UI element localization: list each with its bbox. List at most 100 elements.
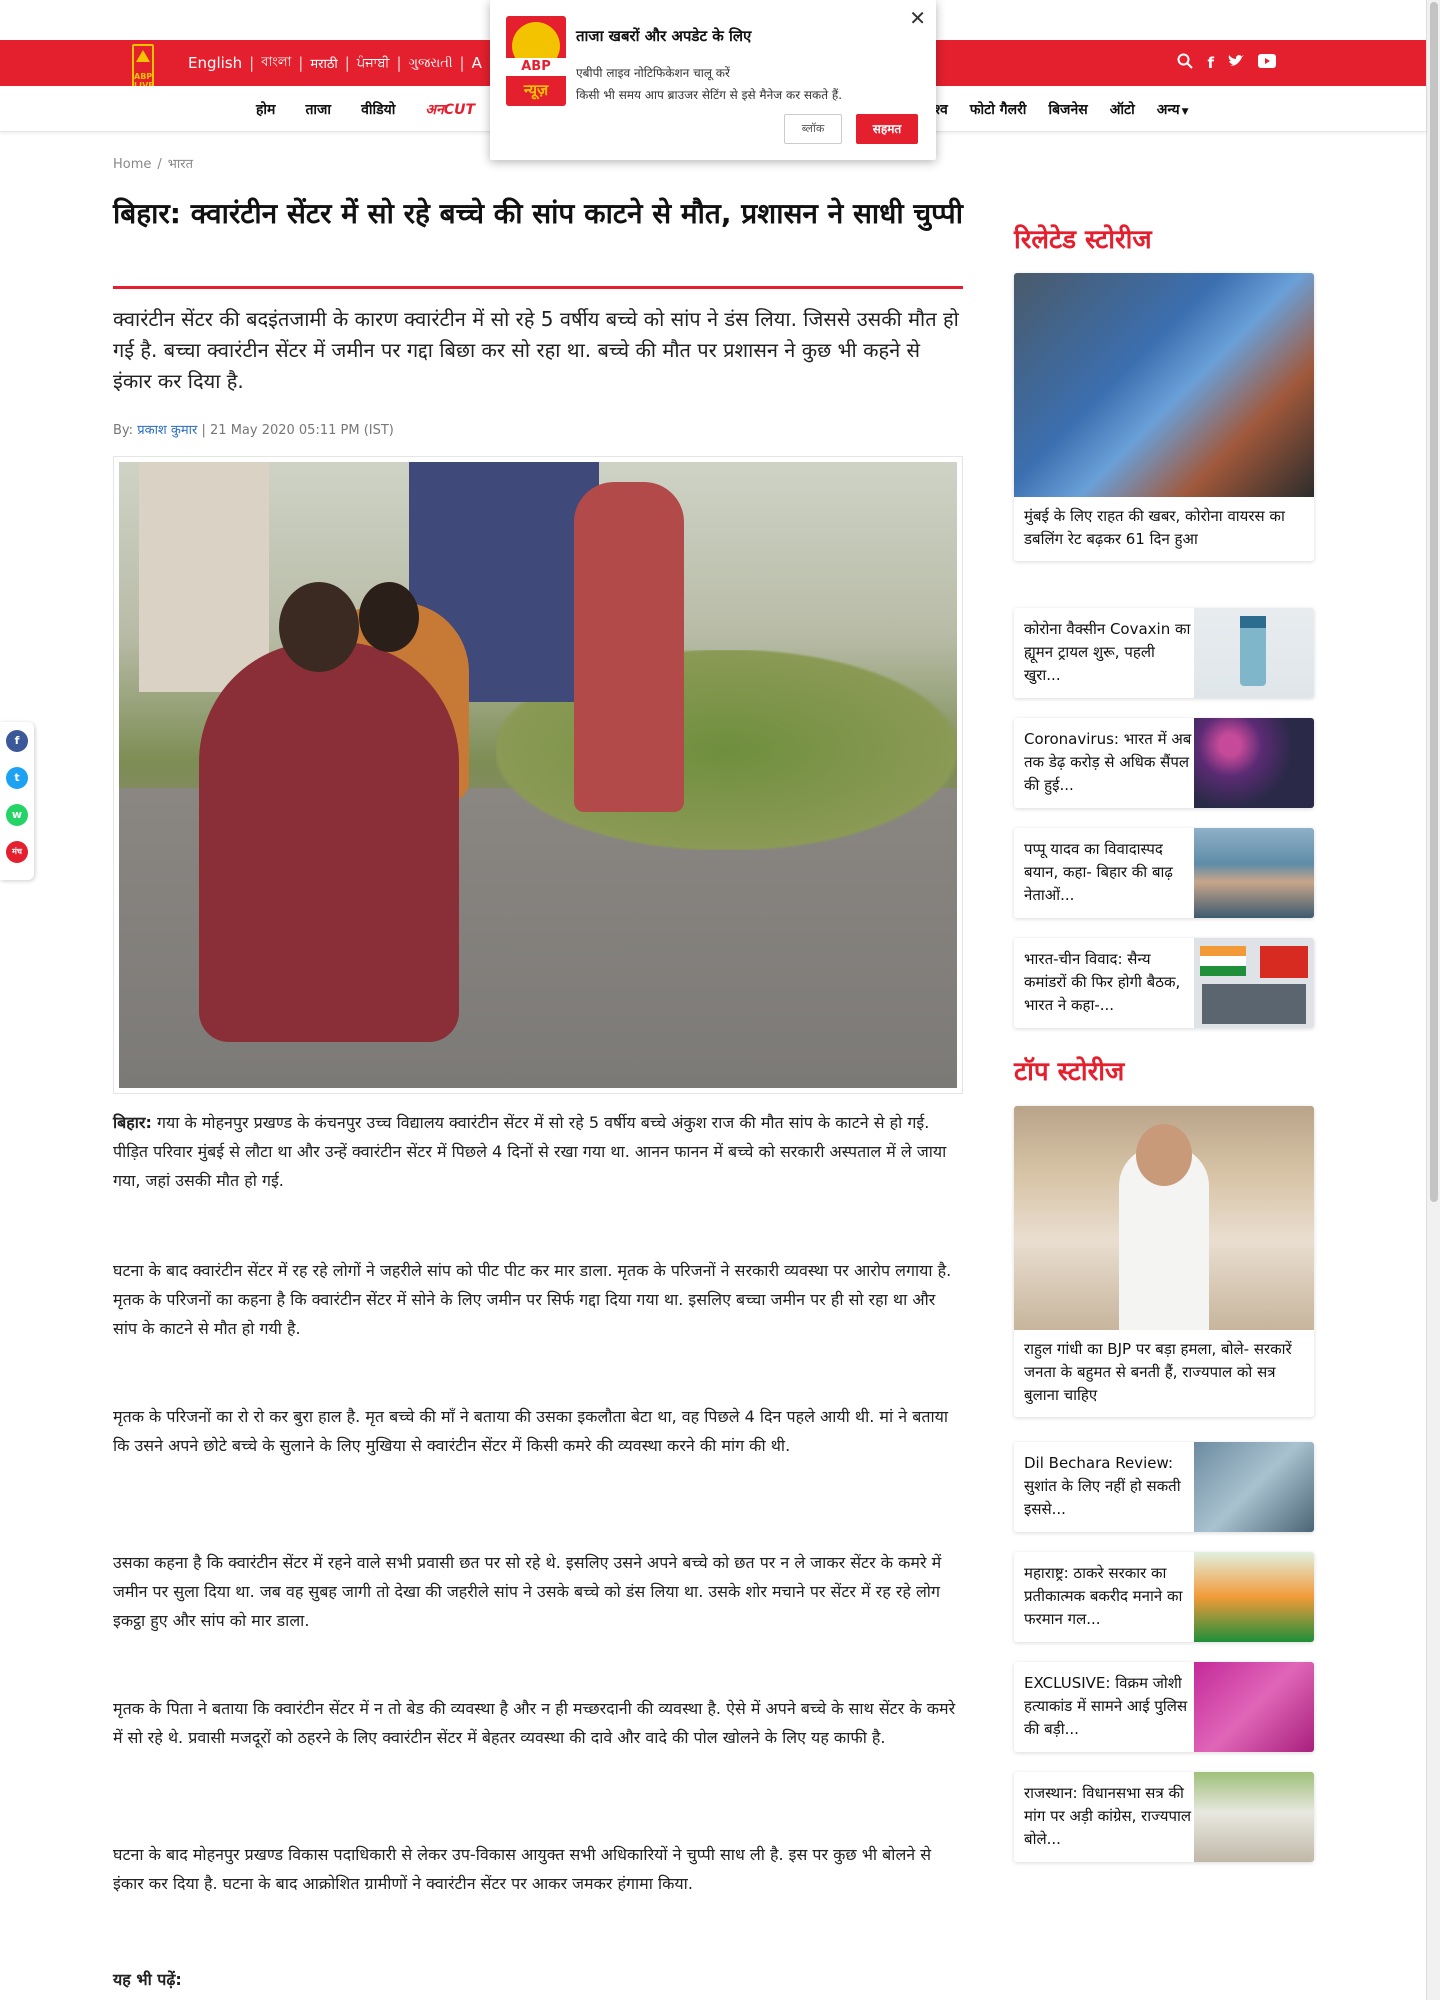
related-story-thumbnail xyxy=(1194,608,1314,698)
byline: By: प्रकाश कुमार | 21 May 2020 05:11 PM … xyxy=(113,420,394,438)
agree-button[interactable]: सहमत xyxy=(856,114,918,144)
top-story-thumbnail xyxy=(1194,1772,1314,1862)
top-story-thumbnail xyxy=(1194,1442,1314,1532)
top-story-featured[interactable]: राहुल गांधी का BJP पर बड़ा हमला, बोले- स… xyxy=(1014,1106,1314,1417)
top-story-title: महाराष्ट्र: ठाकरे सरकार का प्रतीकात्मक ब… xyxy=(1024,1564,1183,1628)
logo-news-text: न्यूज़ xyxy=(523,81,549,99)
top-story-title: Dil Bechara Review: सुशांत के लिए नहीं ह… xyxy=(1024,1454,1181,1518)
manch-share-icon[interactable]: मंच xyxy=(6,841,28,863)
related-story-item[interactable]: पप्पू यादव का विवादास्पद बयान, कहा- बिहा… xyxy=(1014,828,1314,918)
related-story-featured[interactable]: मुंबई के लिए राहत की खबर, कोरोना वायरस क… xyxy=(1014,273,1314,561)
nav-auto[interactable]: ऑटो xyxy=(1110,100,1135,119)
whatsapp-share-icon[interactable]: w xyxy=(6,804,28,826)
nav-more[interactable]: अन्य ▼ xyxy=(1157,100,1189,119)
breadcrumb-separator: / xyxy=(157,157,162,172)
author-link[interactable]: प्रकाश कुमार xyxy=(137,423,197,438)
language-links: English | বাংলা | मराठी | ਪੰਜਾਬੀ | ગુજરા… xyxy=(188,40,482,86)
twitter-icon[interactable] xyxy=(1228,54,1244,72)
article-paragraph-3: मृतक के परिजनों का रो रो कर बुरा हाल है.… xyxy=(113,1407,949,1455)
related-story-title: पप्पू यादव का विवादास्पद बयान, कहा- बिहा… xyxy=(1024,840,1173,904)
byline-label: By: xyxy=(113,423,134,438)
lang-punjabi[interactable]: ਪੰਜਾਬੀ xyxy=(357,56,390,71)
notification-popup: ABP न्यूज़ ताजा खबरों और अपडेट के लिए एब… xyxy=(490,0,936,160)
breadcrumb-home[interactable]: Home xyxy=(113,157,151,172)
breadcrumb: Home / भारत xyxy=(113,154,193,172)
nav-video[interactable]: वीडियो xyxy=(361,100,395,119)
nav-more-label: अन्य xyxy=(1156,101,1180,118)
top-story-item[interactable]: EXCLUSIVE: विक्रम जोशी हत्याकांड में साम… xyxy=(1014,1662,1314,1752)
related-story-title: कोरोना वैक्सीन Covaxin का ह्यूमन ट्रायल … xyxy=(1024,620,1191,684)
popup-line-2: किसी भी समय आप ब्राउजर सेटिंग से इसे मैन… xyxy=(576,88,843,102)
top-stories-heading: टॉप स्टोरीज xyxy=(1014,1057,1125,1087)
related-story-title: भारत-चीन विवाद: सैन्य कमांडरों की फिर हो… xyxy=(1024,950,1181,1014)
lang-marathi[interactable]: मराठी xyxy=(310,54,337,72)
nav-world[interactable]: श्व xyxy=(934,100,948,119)
lang-separator: | xyxy=(249,54,255,72)
related-story-item[interactable]: कोरोना वैक्सीन Covaxin का ह्यूमन ट्रायल … xyxy=(1014,608,1314,698)
nav-right: श्व फोटो गैलरी बिजनेस ऑटो अन्य ▼ xyxy=(934,86,1189,132)
lang-separator: | xyxy=(344,54,350,72)
lang-more[interactable]: A xyxy=(472,54,482,72)
article-paragraph-2: घटना के बाद क्वारंटीन सेंटर में रह रहे ल… xyxy=(113,1261,952,1338)
logo-abp-text: ABP xyxy=(506,58,566,76)
popup-title: ताजा खबरों और अपडेट के लिए xyxy=(576,27,752,45)
chevron-down-icon: ▼ xyxy=(1181,106,1189,117)
top-story-image xyxy=(1014,1106,1314,1330)
related-story-thumbnail xyxy=(1194,938,1314,1028)
popup-line-1: एबीपी लाइव नोटिफिकेशन चालू करें xyxy=(576,66,730,80)
nav-photo-gallery[interactable]: फोटो गैलरी xyxy=(970,100,1027,119)
twitter-share-icon[interactable]: t xyxy=(6,767,28,789)
lang-separator: | xyxy=(298,54,304,72)
nav-latest[interactable]: ताजा xyxy=(305,100,331,119)
nav-left: होम ताजा वीडियो अनCUT xyxy=(256,86,475,132)
nav-home[interactable]: होम xyxy=(256,100,275,119)
article-summary: क्वारंटीन सेंटर की बदइंतजामी के कारण क्व… xyxy=(113,307,959,393)
article-paragraph-1: बिहार: गया के मोहनपुर प्रखण्ड के कंचनपुर… xyxy=(113,1108,963,1195)
related-story-item[interactable]: भारत-चीन विवाद: सैन्य कमांडरों की फिर हो… xyxy=(1014,938,1314,1028)
scrollbar[interactable] xyxy=(1426,0,1440,2000)
article-paragraph-6: घटना के बाद मोहनपुर प्रखण्ड विकास पदाधिक… xyxy=(113,1845,932,1893)
article-headline: बिहार: क्वारंटीन सेंटर में सो रहे बच्चे … xyxy=(113,197,963,230)
article-paragraph-5: मृतक के पिता ने बताया कि क्वारंटीन सेंटर… xyxy=(113,1699,956,1747)
article-image xyxy=(113,456,963,1094)
top-story-title: राहुल गांधी का BJP पर बड़ा हमला, बोले- स… xyxy=(1024,1340,1292,1404)
paragraph-lead: बिहार: xyxy=(113,1113,152,1132)
related-story-image xyxy=(1014,273,1314,497)
publish-date: 21 May 2020 05:11 PM (IST) xyxy=(210,423,394,438)
lang-separator: | xyxy=(459,54,465,72)
top-story-title: राजस्थान: विधानसभा सत्र की मांग पर अड़ी … xyxy=(1024,1784,1192,1848)
top-story-thumbnail xyxy=(1194,1662,1314,1752)
related-story-thumbnail xyxy=(1194,718,1314,808)
facebook-icon[interactable]: f xyxy=(1207,54,1214,72)
related-story-title: Coronavirus: भारत में अब तक डेढ़ करोड़ स… xyxy=(1024,730,1192,794)
top-story-item[interactable]: राजस्थान: विधानसभा सत्र की मांग पर अड़ी … xyxy=(1014,1772,1314,1862)
lang-bangla[interactable]: বাংলা xyxy=(261,53,291,74)
abp-news-logo: ABP न्यूज़ xyxy=(506,16,566,106)
headline-divider xyxy=(113,286,963,289)
lang-english[interactable]: English xyxy=(188,54,242,72)
lang-gujarati[interactable]: ગુજરાતી xyxy=(409,56,453,71)
article-paragraph-4: उसका कहना है कि क्वारंटीन सेंटर में रहने… xyxy=(113,1553,942,1630)
top-story-item[interactable]: महाराष्ट्र: ठाकरे सरकार का प्रतीकात्मक ब… xyxy=(1014,1552,1314,1642)
also-read-label: यह भी पढ़ें: xyxy=(113,1970,182,1989)
related-story-item[interactable]: Coronavirus: भारत में अब तक डेढ़ करोड़ स… xyxy=(1014,718,1314,808)
related-story-thumbnail xyxy=(1194,828,1314,918)
related-story-title: मुंबई के लिए राहत की खबर, कोरोना वायरस क… xyxy=(1024,507,1285,548)
nav-uncut[interactable]: अनCUT xyxy=(425,100,475,119)
share-sidebar: f t w मंच xyxy=(0,722,34,880)
nav-business[interactable]: बिजनेस xyxy=(1048,100,1087,119)
lang-separator: | xyxy=(396,54,402,72)
youtube-icon[interactable] xyxy=(1258,54,1276,72)
top-story-item[interactable]: Dil Bechara Review: सुशांत के लिए नहीं ह… xyxy=(1014,1442,1314,1532)
block-button[interactable]: ब्लॉक xyxy=(784,114,842,144)
search-icon[interactable] xyxy=(1177,53,1194,73)
top-story-thumbnail xyxy=(1194,1552,1314,1642)
related-stories-heading: रिलेटेड स्टोरीज xyxy=(1014,225,1152,255)
top-story-title: EXCLUSIVE: विक्रम जोशी हत्याकांड में साम… xyxy=(1024,1674,1188,1738)
close-icon[interactable]: ✕ xyxy=(909,6,926,30)
social-icons: f xyxy=(1177,40,1276,86)
breadcrumb-india[interactable]: भारत xyxy=(168,157,193,172)
paragraph-text: गया के मोहनपुर प्रखण्ड के कंचनपुर उच्च व… xyxy=(113,1113,947,1190)
facebook-share-icon[interactable]: f xyxy=(6,730,28,752)
scrollbar-thumb[interactable] xyxy=(1430,2,1438,1202)
